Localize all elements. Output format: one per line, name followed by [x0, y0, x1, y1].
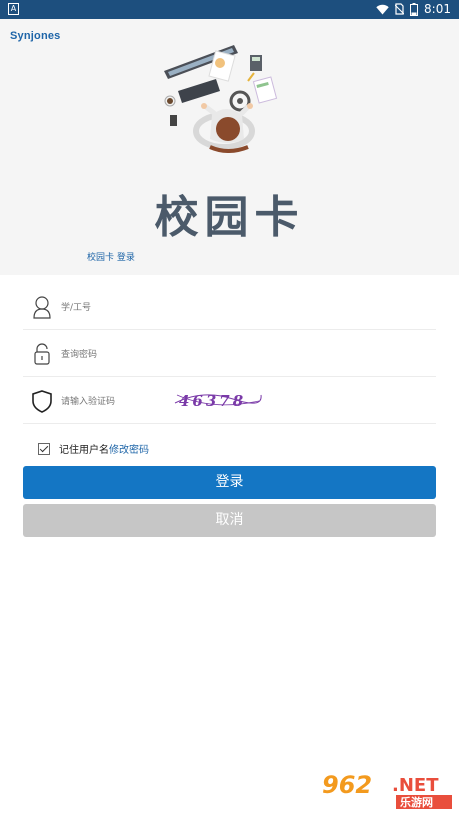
remember-checkbox[interactable]: [38, 442, 50, 455]
desk-illustration: [164, 45, 278, 153]
captcha-field[interactable]: 请输入验证码 46378: [23, 377, 436, 424]
battery-icon: [410, 2, 419, 16]
id-input[interactable]: 学/工号: [61, 300, 91, 313]
id-field[interactable]: 学/工号: [23, 283, 436, 330]
cancel-button[interactable]: 取消: [23, 504, 436, 537]
clock: 8:01: [424, 2, 451, 16]
login-button[interactable]: 登录: [23, 466, 436, 499]
hero-banner: Synjones 校园卡 校园卡 登录: [0, 19, 459, 275]
page-title: 校园卡: [154, 192, 305, 243]
page-subtitle: 校园卡 登录: [87, 253, 135, 263]
site-watermark-logo: 962 .NET 乐游网: [322, 771, 452, 809]
user-icon: [33, 296, 51, 319]
watermark-suffix: .NET: [392, 775, 439, 796]
password-field[interactable]: 查询密码: [23, 330, 436, 377]
remember-label: 记住用户名: [59, 445, 109, 456]
lock-icon: [34, 343, 50, 365]
app-notification-icon: A: [8, 3, 19, 15]
captcha-text: 46378: [179, 392, 246, 410]
login-form: 学/工号 查询密码 请输入验证码 46378: [23, 283, 436, 424]
no-sim-icon: [395, 3, 405, 15]
shield-icon: [32, 390, 52, 413]
password-input[interactable]: 查询密码: [61, 347, 97, 360]
wifi-icon: [376, 4, 389, 14]
brand-logo: Synjones: [10, 30, 61, 42]
remember-row: 记住用户名 修改密码: [38, 441, 149, 456]
watermark-brand: 962: [322, 771, 372, 799]
captcha-input[interactable]: 请输入验证码: [61, 394, 115, 407]
captcha-image[interactable]: 46378: [173, 385, 263, 413]
status-bar: A 8:01: [0, 0, 459, 19]
watermark-cn: 乐游网: [400, 795, 433, 809]
change-password-link[interactable]: 修改密码: [109, 441, 149, 456]
